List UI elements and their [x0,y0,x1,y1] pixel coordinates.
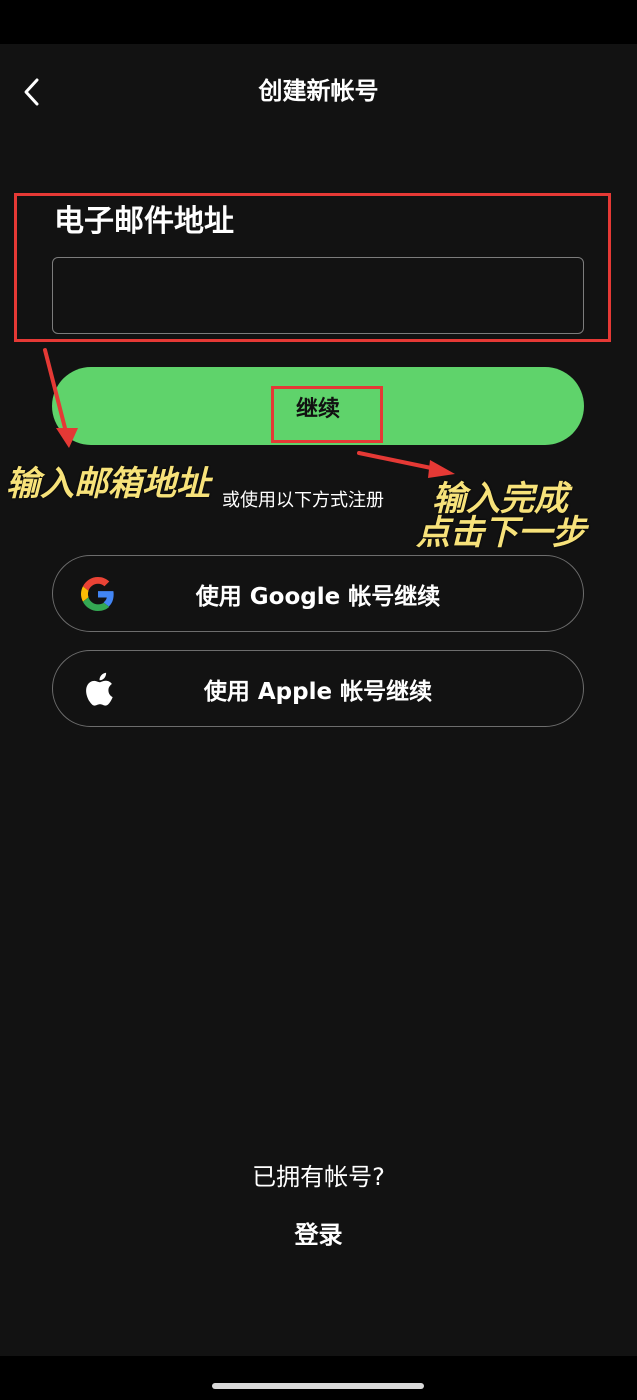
annotation-click-next: 点击下一步 [416,513,586,553]
phone-screen: 创建新帐号 电子邮件地址 继续 或使用以下方式注册 使用 Google 帐号继续… [0,0,637,1400]
apple-signup-button[interactable]: 使用 Apple 帐号继续 [52,650,584,727]
login-link[interactable]: 登录 [0,1218,637,1252]
apple-signup-label: 使用 Apple 帐号继续 [203,678,433,705]
annotation-enter-email: 输入邮箱地址 [6,464,210,504]
have-account-text: 已拥有帐号? [252,1163,385,1191]
google-signup-label: 使用 Google 帐号继续 [195,583,441,610]
home-indicator[interactable] [212,1383,424,1389]
email-highlight-box [14,193,611,342]
page-title: 创建新帐号 [258,77,379,105]
google-signup-button[interactable]: 使用 Google 帐号继续 [52,555,584,632]
continue-highlight-box [271,386,383,443]
or-signup-with-text: 或使用以下方式注册 [222,490,384,511]
navigation-bar [0,1356,637,1400]
